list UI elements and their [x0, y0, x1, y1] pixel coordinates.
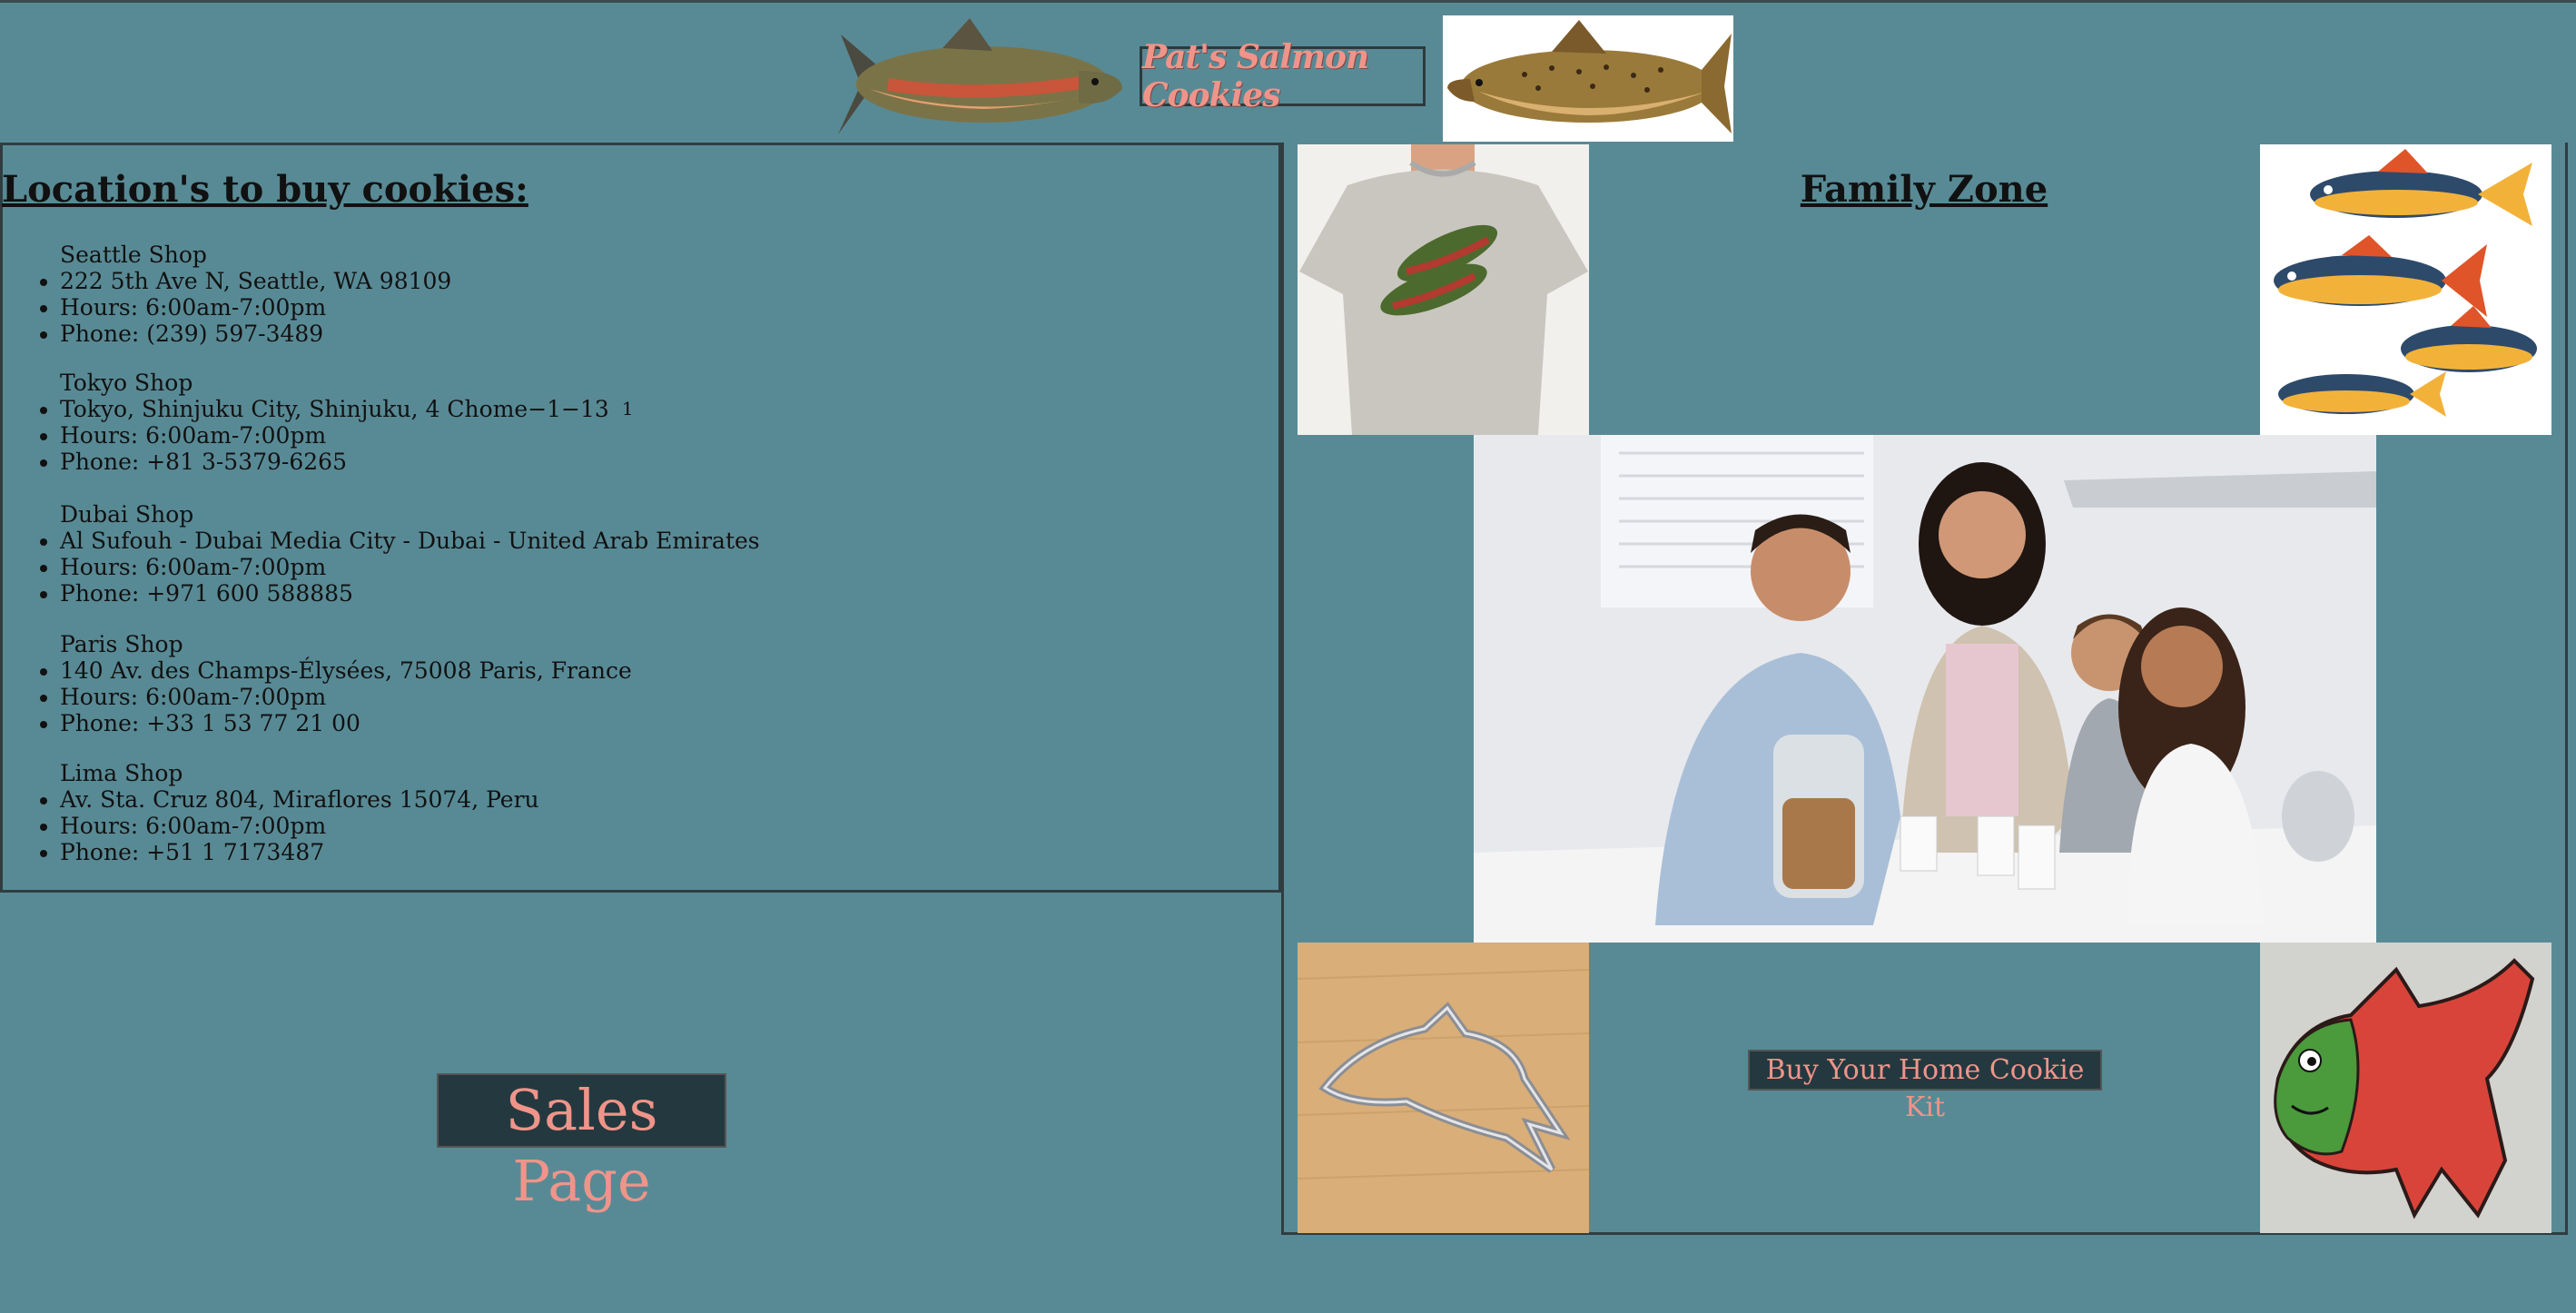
site-title: Pat's Salmon Cookies: [1140, 38, 1426, 114]
shop-details: Tokyo, Shinjuku City, Shinjuku, 4 Chome−…: [0, 396, 1180, 475]
shop-details: 222 5th Ave N, Seattle, WA 98109 Hours: …: [0, 268, 1180, 347]
shop-paris: Paris Shop 140 Av. des Champs-Élysées, 7…: [0, 631, 1180, 736]
shop-name: Seattle Shop: [60, 242, 207, 268]
shop-details: Av. Sta. Cruz 804, Miraflores 15074, Per…: [0, 786, 1180, 865]
shop-tokyo: Tokyo Shop Tokyo, Shinjuku City, Shinjuk…: [0, 370, 1180, 475]
shop-phone: Phone: +971 600 588885: [60, 580, 1180, 607]
shop-address: Av. Sta. Cruz 804, Miraflores 15074, Per…: [60, 786, 1180, 813]
shop-hours: Hours: 6:00am-7:00pm: [60, 422, 1180, 449]
family-photo-image: [1474, 435, 2376, 943]
salmon-tshirt-image: [1298, 144, 1589, 435]
buy-cookie-kit-button[interactable]: Buy Your Home Cookie Kit: [1748, 1050, 2102, 1123]
shop-phone: Phone: (239) 597-3489: [60, 321, 1180, 347]
shop-address: Tokyo, Shinjuku City, Shinjuku, 4 Chome−…: [60, 396, 1180, 422]
shop-name: Dubai Shop: [60, 501, 194, 528]
shop-hours: Hours: 6:00am-7:00pm: [60, 684, 1180, 710]
salmon-cookie-image: [2260, 943, 2551, 1233]
shop-hours: Hours: 6:00am-7:00pm: [60, 554, 1180, 580]
sales-page-button[interactable]: Sales Page: [437, 1073, 726, 1214]
shop-phone: Phone: +81 3-5379-6265: [60, 449, 1180, 475]
family-zone-heading: Family Zone: [1800, 168, 2048, 211]
shop-phone: Phone: +51 1 7173487: [60, 839, 1180, 865]
shop-lima: Lima Shop Av. Sta. Cruz 804, Miraflores …: [0, 760, 1180, 865]
shop-name: Lima Shop: [60, 760, 183, 786]
shop-name: Tokyo Shop: [60, 370, 193, 396]
shop-details: 140 Av. des Champs-Élysées, 75008 Paris,…: [0, 657, 1180, 736]
shop-hours: Hours: 6:00am-7:00pm: [60, 294, 1180, 321]
salmon-left-image: [834, 16, 1126, 140]
top-border: [0, 0, 2576, 3]
shop-address: 222 5th Ave N, Seattle, WA 98109: [60, 268, 1180, 294]
shop-address-text: Tokyo, Shinjuku City, Shinjuku, 4 Chome−…: [60, 396, 609, 422]
shop-address: Al Sufouh - Dubai Media City - Dubai - U…: [60, 528, 1180, 554]
cartoon-fish-group-image: [2260, 144, 2551, 435]
shop-phone: Phone: +33 1 53 77 21 00: [60, 710, 1180, 736]
fish-cookie-cutter-image: [1298, 943, 1589, 1233]
shop-hours: Hours: 6:00am-7:00pm: [60, 813, 1180, 839]
shop-address: 140 Av. des Champs-Élysées, 75008 Paris,…: [60, 657, 1180, 684]
shop-details: Al Sufouh - Dubai Media City - Dubai - U…: [0, 528, 1180, 607]
shop-name: Paris Shop: [60, 631, 183, 657]
shop-seattle: Seattle Shop 222 5th Ave N, Seattle, WA …: [0, 242, 1180, 347]
locations-heading: Location's to buy cookies:: [2, 168, 528, 211]
address-mark: 1: [621, 398, 634, 420]
spotted-salmon-right-image: [1443, 15, 1733, 142]
shop-dubai: Dubai Shop Al Sufouh - Dubai Media City …: [0, 501, 1180, 607]
